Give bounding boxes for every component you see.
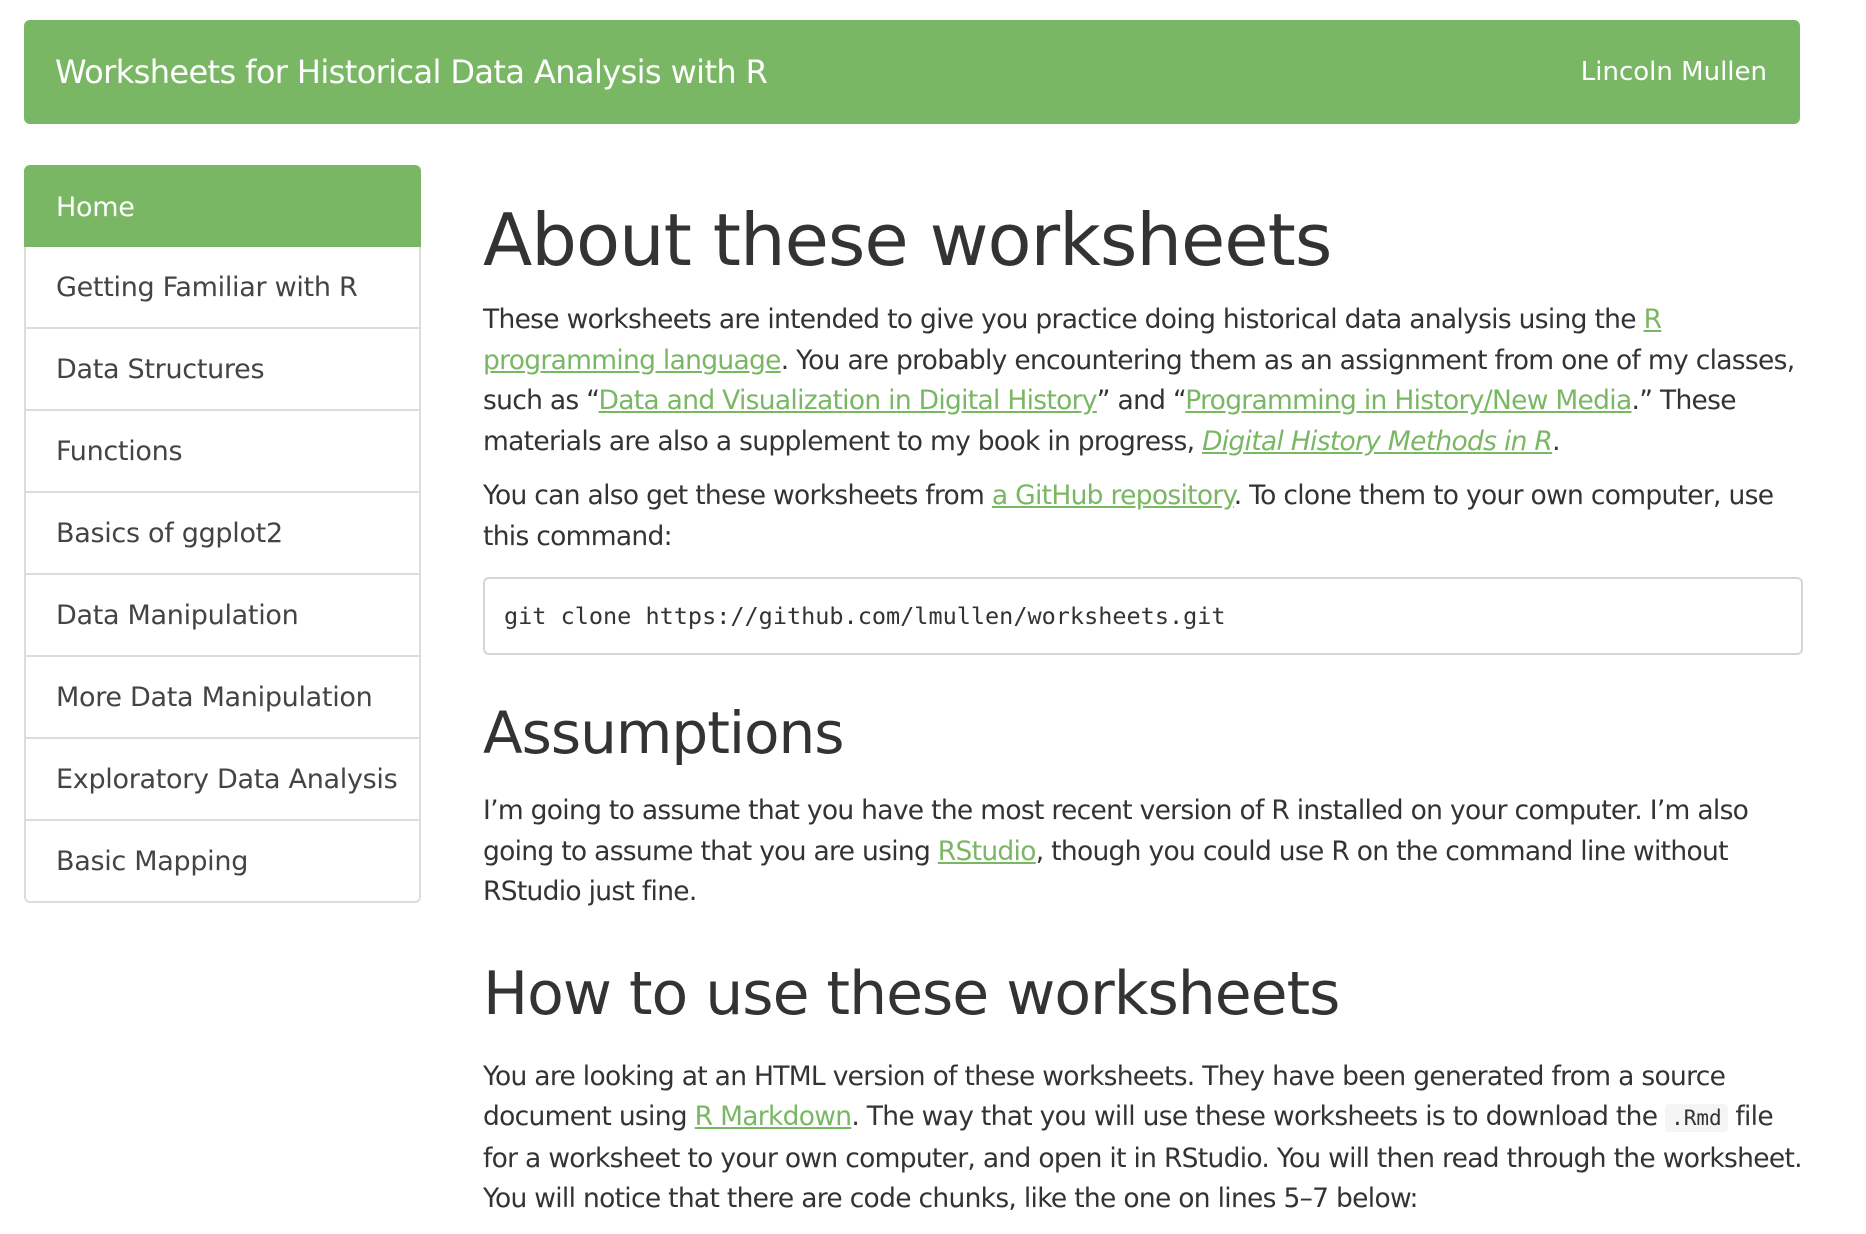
intro-paragraph: These worksheets are intended to give yo… [483,300,1803,462]
sidebar-item-getting-familiar-with-r[interactable]: Getting Familiar with R [24,247,421,329]
git-clone-code-block[interactable]: git clone https://github.com/lmullen/wor… [483,577,1803,655]
heading-assumptions: Assumptions [483,699,845,767]
author-link[interactable]: Lincoln Mullen [1581,57,1767,87]
heading-about: About these worksheets [483,198,1332,282]
dvdh-course-link[interactable]: Data and Visualization in Digital Histor… [598,385,1097,416]
sidebar-item-basic-mapping[interactable]: Basic Mapping [24,821,421,903]
sidebar-item-basics-of-ggplot2[interactable]: Basics of ggplot2 [24,493,421,575]
rstudio-link[interactable]: RStudio [938,836,1037,867]
text: . [1552,425,1560,457]
how-to-paragraph: You are looking at an HTML version of th… [483,1057,1803,1220]
heading-how-to-use: How to use these worksheets [483,958,1340,1029]
sidebar-item-data-structures[interactable]: Data Structures [24,329,421,411]
sidebar-item-exploratory-data-analysis[interactable]: Exploratory Data Analysis [24,739,421,821]
github-repo-link[interactable]: a GitHub repository [992,480,1235,511]
sidebar-nav: Home Getting Familiar with R Data Struct… [24,165,421,903]
github-paragraph: You can also get these worksheets from a… [483,476,1803,557]
rmd-inline-code: .Rmd [1665,1104,1728,1132]
assumptions-paragraph: I’m going to assume that you have the mo… [483,791,1803,913]
text: . The way that you will use these worksh… [851,1101,1666,1132]
text: You can also get these worksheets from [483,480,992,511]
sidebar-item-home[interactable]: Home [24,165,421,247]
main-content: About these worksheets These worksheets … [483,190,1803,1234]
site-title-link[interactable]: Worksheets for Historical Data Analysis … [55,53,768,91]
text: ” and “ [1096,385,1186,416]
book-link[interactable]: Digital History Methods in R [1202,426,1553,457]
sidebar-item-data-manipulation[interactable]: Data Manipulation [24,575,421,657]
top-navbar: Worksheets for Historical Data Analysis … [24,20,1800,124]
text: These worksheets are intended to give yo… [483,304,1644,335]
r-markdown-link[interactable]: R Markdown [695,1101,852,1132]
sidebar-item-more-data-manipulation[interactable]: More Data Manipulation [24,657,421,739]
sidebar-item-functions[interactable]: Functions [24,411,421,493]
phnm-course-link[interactable]: Programming in History/New Media [1185,385,1632,416]
